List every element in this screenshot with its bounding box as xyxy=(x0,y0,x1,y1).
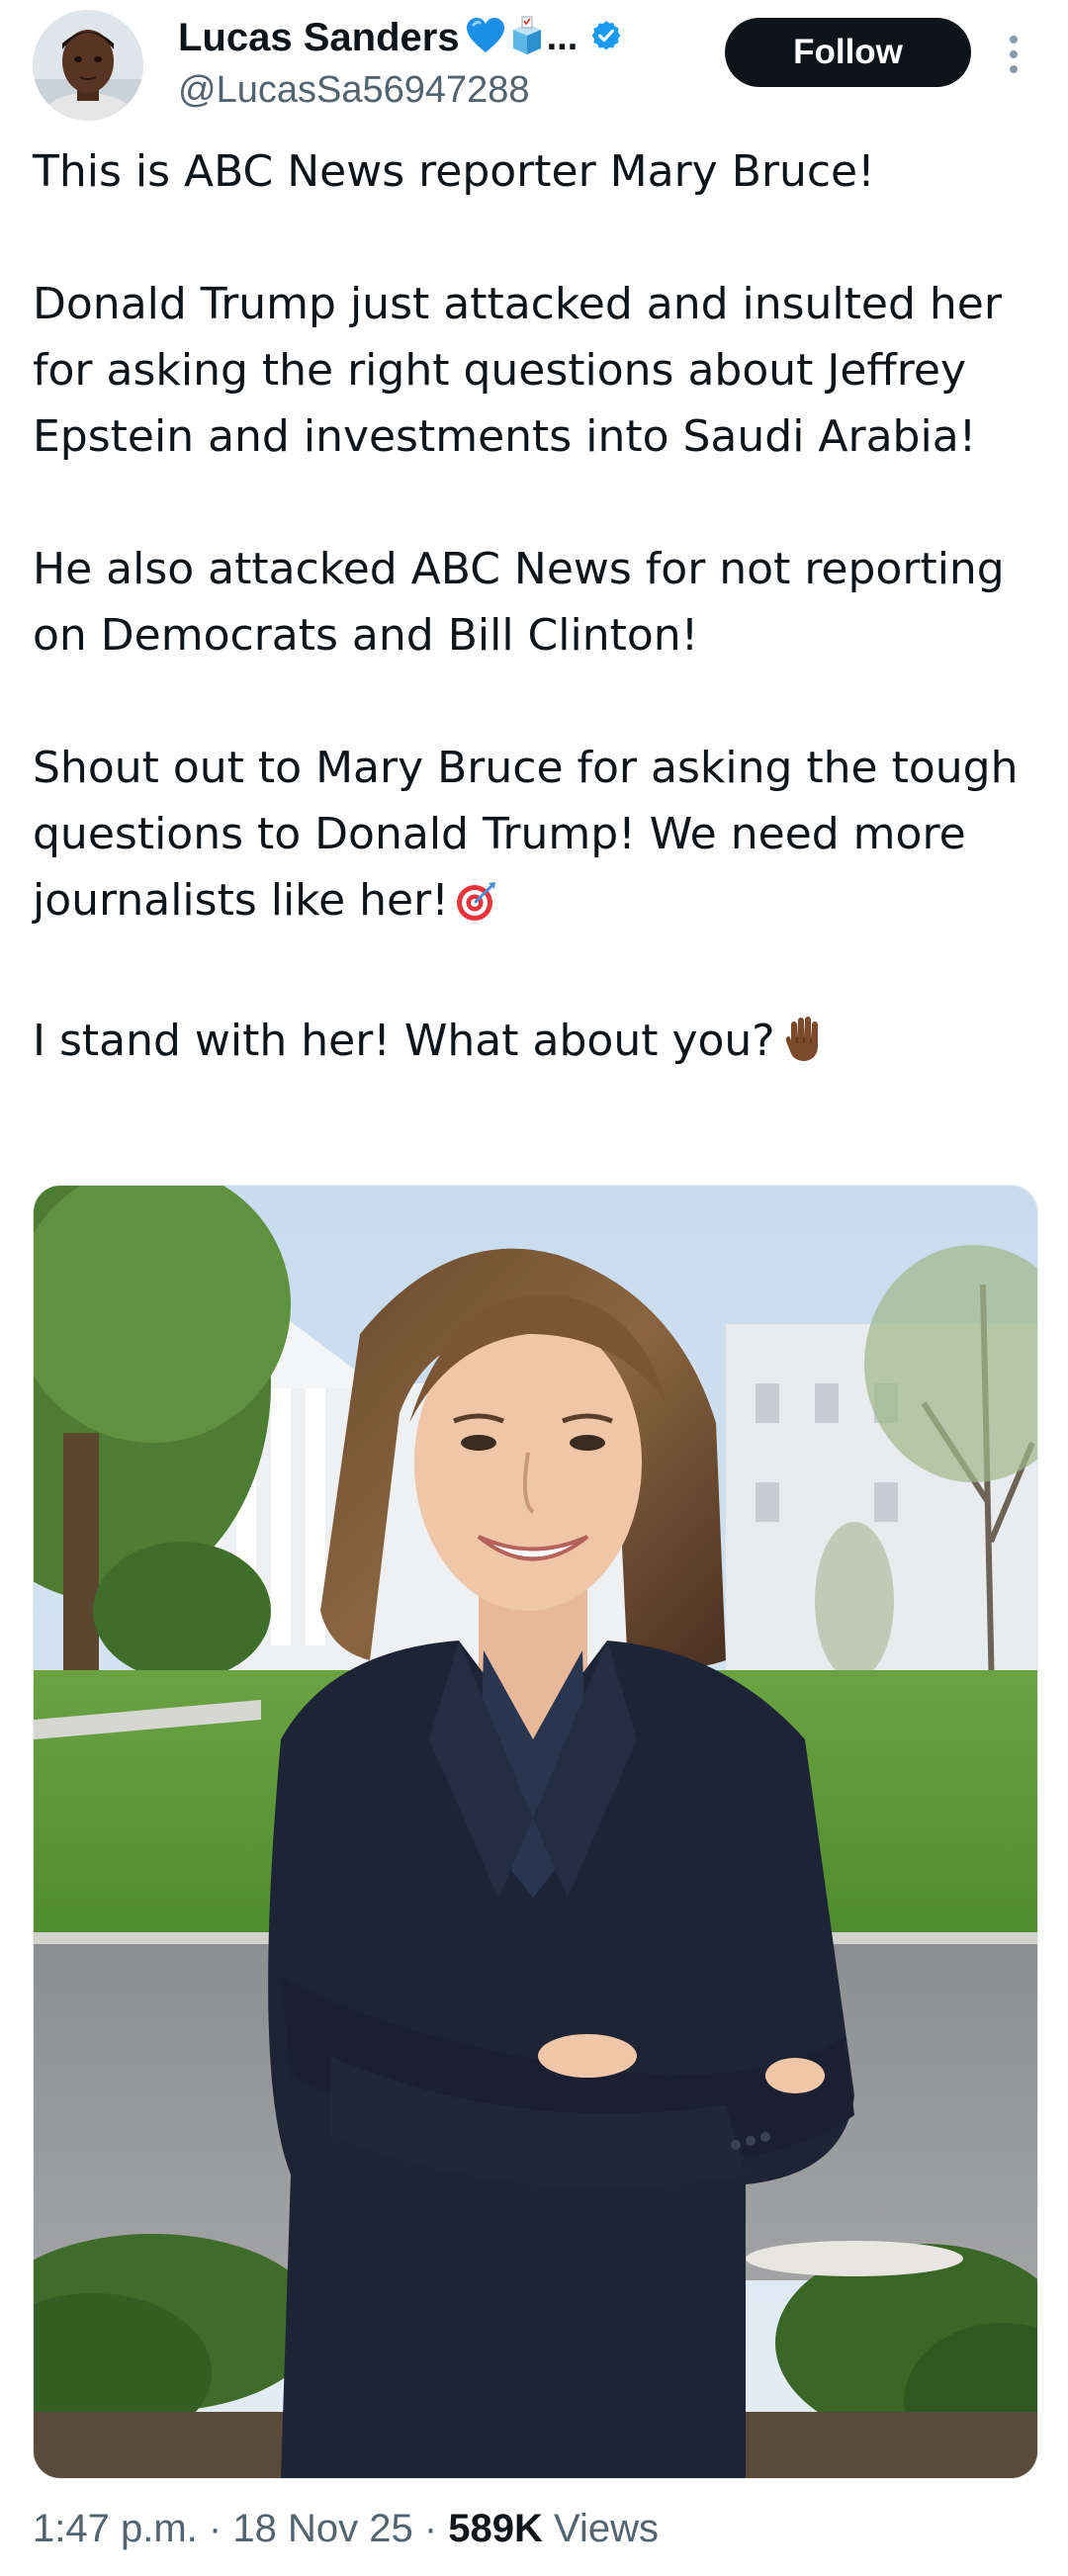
display-name[interactable]: Lucas Sanders xyxy=(178,16,460,60)
tweet-photo[interactable] xyxy=(33,1185,1038,2479)
more-vertical-icon[interactable] xyxy=(999,30,1028,79)
paragraph-text: Shout out to Mary Bruce for asking the t… xyxy=(33,743,1019,926)
tweet-time[interactable]: 1:47 p.m. xyxy=(33,2507,198,2550)
paragraph-text: Donald Trump just attacked and insulted … xyxy=(33,279,1002,462)
tweet-header: Lucas Sanders ... @LucasSa56947288 Follo… xyxy=(0,0,1068,138)
tweet-date[interactable]: 18 Nov 25 xyxy=(232,2507,412,2550)
tweet-paragraph: Donald Trump just attacked and insulted … xyxy=(33,271,1041,470)
tweet-paragraph: This is ABC News reporter Mary Bruce! xyxy=(33,138,1041,205)
paragraph-text: He also attacked ABC News for not report… xyxy=(33,544,1005,661)
meta-separator: · xyxy=(423,2507,438,2550)
blue-heart-icon xyxy=(466,17,505,58)
views-label: Views xyxy=(554,2507,659,2550)
avatar[interactable] xyxy=(33,10,143,121)
verified-badge-icon[interactable] xyxy=(589,19,623,56)
ballot-box-icon xyxy=(509,16,545,59)
tweet-paragraph: Shout out to Mary Bruce for asking the t… xyxy=(33,735,1041,941)
direct-hit-icon xyxy=(455,875,498,941)
tweet-paragraph: He also attacked ABC News for not report… xyxy=(33,536,1041,668)
paragraph-text: This is ABC News reporter Mary Bruce! xyxy=(33,146,875,197)
views-count: 589K xyxy=(448,2507,543,2550)
author-block[interactable]: Lucas Sanders ... @LucasSa56947288 xyxy=(178,8,672,112)
tweet-text: This is ABC News reporter Mary Bruce! Do… xyxy=(33,138,1041,1082)
follow-button[interactable]: Follow xyxy=(725,18,971,87)
tweet-meta: 1:47 p.m. · 18 Nov 25 · 589K Views xyxy=(33,2507,659,2551)
name-row: Lucas Sanders ... xyxy=(178,8,672,67)
meta-separator: · xyxy=(208,2507,222,2550)
author-handle[interactable]: @LucasSa56947288 xyxy=(178,69,672,112)
raised-hand-icon xyxy=(781,1016,825,1082)
paragraph-text: I stand with her! What about you? xyxy=(33,1016,775,1066)
name-ellipsis: ... xyxy=(546,16,578,58)
tweet-paragraph: I stand with her! What about you? xyxy=(33,1008,1041,1082)
